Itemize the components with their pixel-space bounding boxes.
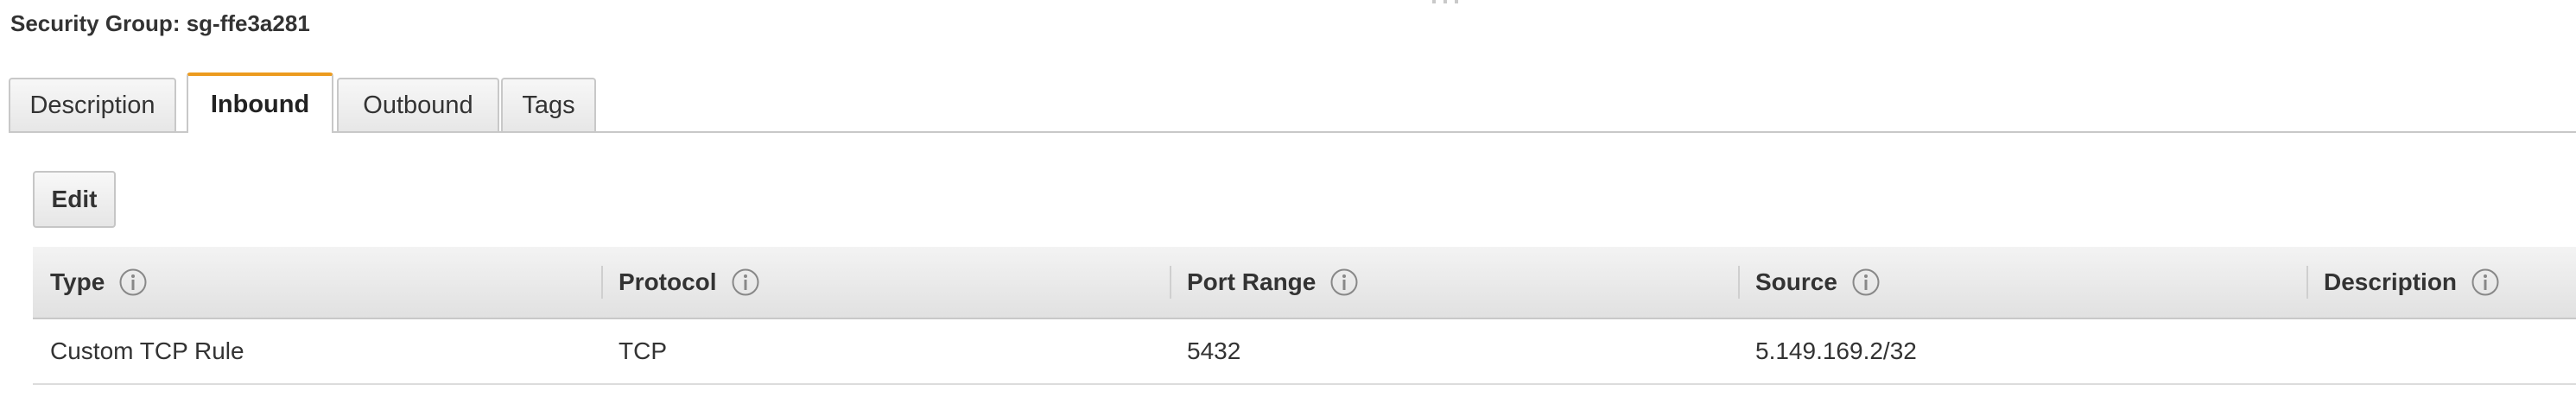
info-icon[interactable]	[1851, 268, 1881, 297]
table-row[interactable]: Custom TCP Rule TCP 5432 5.149.169.2/32	[33, 319, 2576, 385]
cell-source: 5.149.169.2/32	[1755, 337, 1917, 364]
cell-description	[2306, 319, 2576, 383]
page-title: Security Group: sg-ffe3a281	[10, 10, 310, 36]
cell-protocol: TCP	[619, 337, 667, 364]
tab-inbound[interactable]: Inbound	[187, 72, 333, 133]
table-body: Custom TCP Rule TCP 5432 5.149.169.2/32	[33, 319, 2576, 385]
tab-bar: Description Inbound Outbound Tags	[9, 72, 2576, 133]
table-header: Type Protocol Port Range Source Descript…	[33, 247, 2576, 319]
column-header-protocol: Protocol	[601, 247, 1170, 318]
info-icon[interactable]	[118, 268, 148, 297]
column-header-label: Type	[50, 268, 105, 295]
info-icon[interactable]	[731, 268, 760, 297]
edit-button[interactable]: Edit	[33, 171, 116, 228]
tab-description[interactable]: Description	[9, 78, 176, 131]
tab-outbound[interactable]: Outbound	[337, 78, 499, 131]
info-icon[interactable]	[1329, 268, 1359, 297]
cell-type: Custom TCP Rule	[50, 337, 244, 364]
column-header-port-range: Port Range	[1170, 247, 1738, 318]
column-header-source: Source	[1738, 247, 2306, 318]
tab-tags[interactable]: Tags	[501, 78, 596, 131]
column-header-label: Port Range	[1187, 268, 1317, 295]
column-header-label: Source	[1755, 268, 1837, 295]
info-icon[interactable]	[2471, 268, 2500, 297]
panel-resize-handle[interactable]	[1432, 0, 1481, 7]
column-header-label: Protocol	[619, 268, 717, 295]
column-header-description: Description	[2306, 247, 2576, 318]
column-header-label: Description	[2324, 268, 2458, 295]
inbound-rules-table: Type Protocol Port Range Source Descript…	[33, 247, 2576, 385]
column-header-type: Type	[33, 247, 601, 318]
cell-port-range: 5432	[1187, 337, 1241, 364]
